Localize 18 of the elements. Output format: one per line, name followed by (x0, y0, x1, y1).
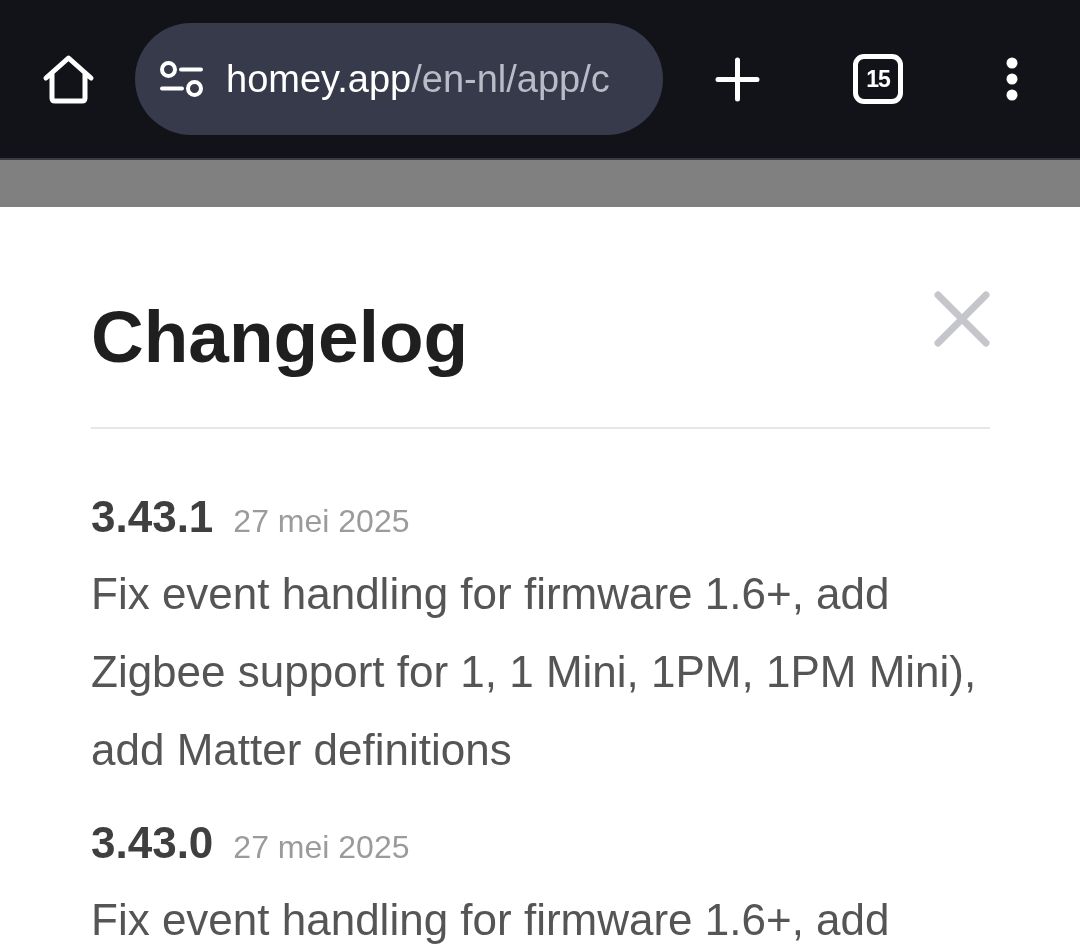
release-date: 27 mei 2025 (233, 502, 410, 541)
menu-button[interactable] (1006, 57, 1018, 101)
address-bar[interactable]: homey.app/en-nl/app/c (135, 23, 663, 135)
close-icon (934, 291, 990, 347)
release-notes: Fix event handling for firmware 1.6+, add (91, 894, 891, 946)
release-date: 27 mei 2025 (233, 828, 410, 867)
version-number: 3.43.0 (91, 817, 214, 869)
tab-switcher-button[interactable]: 15 (853, 54, 903, 104)
home-icon (42, 52, 95, 106)
tune-icon[interactable] (160, 61, 203, 97)
release-notes: Fix event handling for firmware 1.6+, add Zigbee support for 1, 1 Mini, 1PM, 1PM Mini), add Matter definitions (91, 568, 978, 776)
home-button[interactable] (42, 52, 95, 106)
new-tab-button[interactable] (715, 56, 760, 102)
plus-icon (715, 56, 760, 102)
dialog-title: Changelog (91, 295, 469, 379)
version-number: 3.43.1 (91, 491, 214, 543)
menu-icon (1006, 57, 1018, 101)
url-text: homey.app/en-nl/app/c (226, 57, 610, 102)
